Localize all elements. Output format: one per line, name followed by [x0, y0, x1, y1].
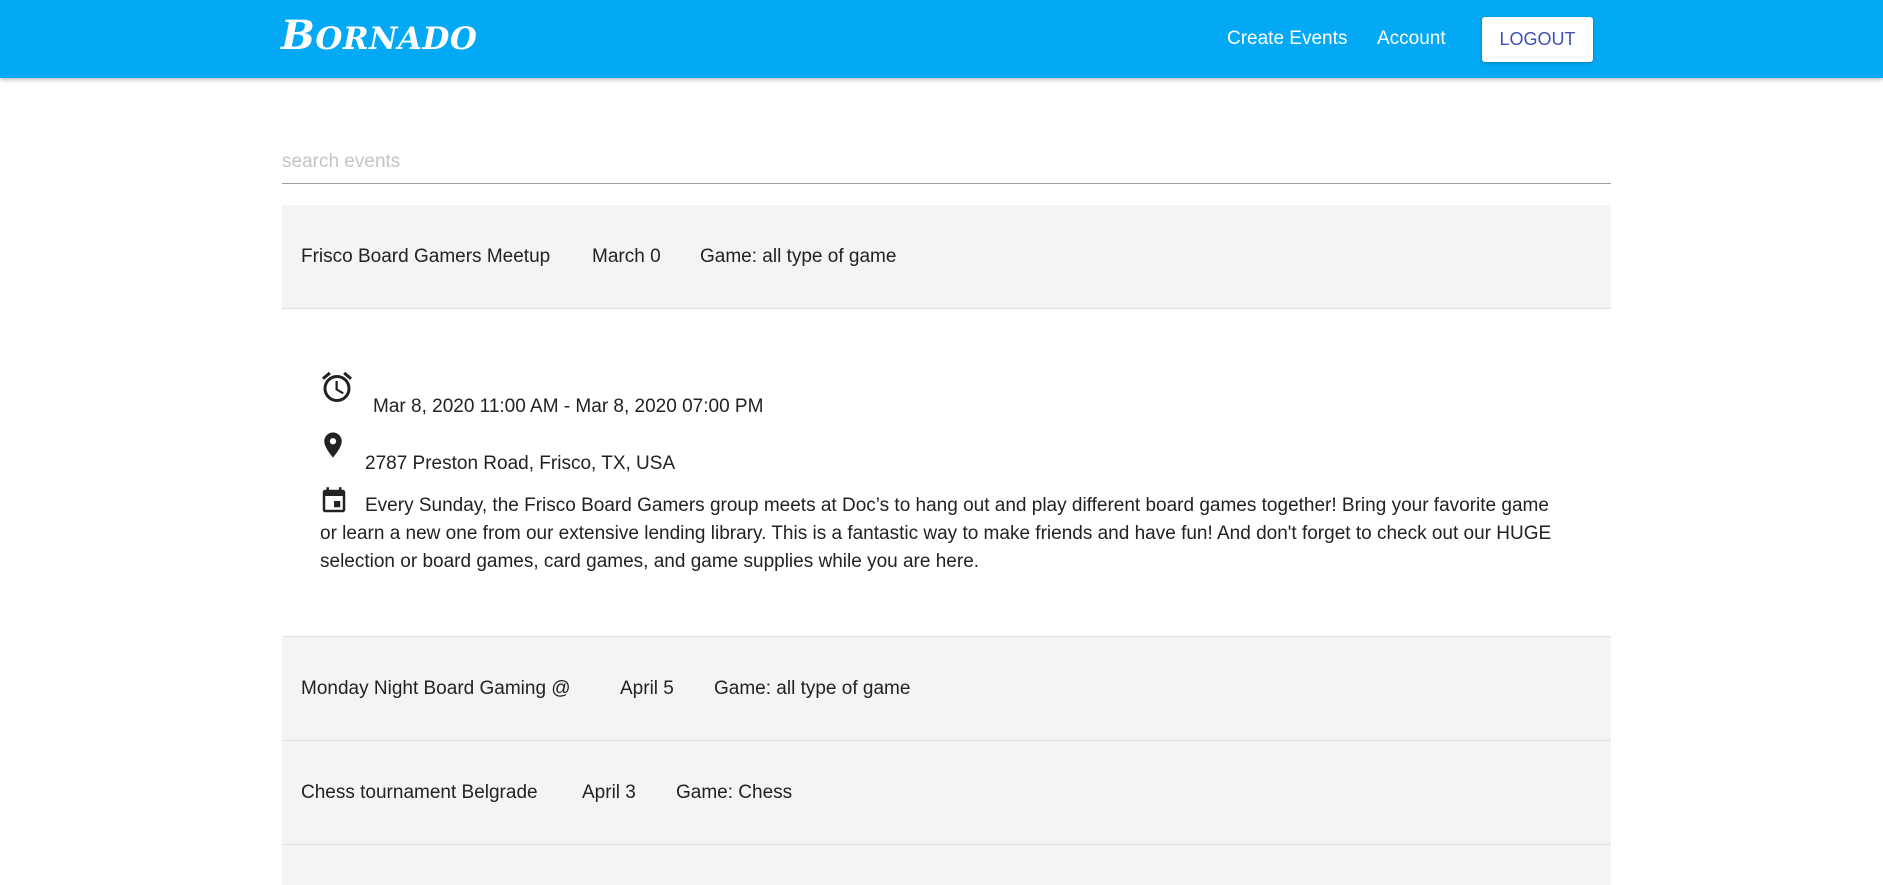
brand-logo[interactable]: BORNADO	[281, 14, 477, 61]
nav-create-events-link[interactable]: Create Events	[1227, 27, 1347, 51]
event-row-monday-night-board-gaming[interactable]: Monday Night Board Gaming @ April 5 Game…	[282, 637, 1611, 741]
event-details-panel: Mar 8, 2020 11:00 AM - Mar 8, 2020 07:00…	[282, 309, 1611, 637]
event-date: March 0	[592, 246, 661, 267]
event-row-frisco-board-gamers[interactable]: Frisco Board Gamers Meetup March 0 Game:…	[282, 205, 1611, 309]
top-navbar: BORNADO Create Events Account LOGOUT	[0, 0, 1883, 78]
brand-logo-rest: ORNADO	[315, 21, 478, 57]
event-name: Monday Night Board Gaming @	[301, 678, 571, 699]
event-game: Game: Chess	[676, 782, 793, 803]
event-game: Game: all type of game	[714, 678, 911, 699]
event-time-range: Mar 8, 2020 11:00 AM - Mar 8, 2020 07:00…	[373, 396, 764, 417]
event-description: Every Sunday, the Frisco Board Gamers gr…	[320, 495, 1552, 572]
event-row-chess-tournament-belgrade[interactable]: Chess tournament Belgrade April 3 Game: …	[282, 741, 1611, 845]
search-events-input[interactable]	[282, 140, 1611, 184]
event-date: April 3	[582, 782, 636, 803]
nav-account-link[interactable]: Account	[1377, 27, 1446, 51]
event-name: Chess tournament Belgrade	[301, 782, 538, 803]
event-location: 2787 Preston Road, Frisco, TX, USA	[365, 453, 676, 474]
map-pin-icon	[324, 432, 342, 458]
event-game: Game: all type of game	[700, 246, 897, 267]
event-row-partial[interactable]	[282, 845, 1611, 885]
event-date: April 5	[620, 678, 674, 699]
alarm-clock-icon	[322, 371, 352, 402]
brand-logo-initial: B	[281, 12, 316, 59]
events-list: Frisco Board Gamers Meetup March 0 Game:…	[282, 205, 1611, 885]
logout-button[interactable]: LOGOUT	[1482, 17, 1593, 62]
event-name: Frisco Board Gamers Meetup	[301, 246, 551, 267]
